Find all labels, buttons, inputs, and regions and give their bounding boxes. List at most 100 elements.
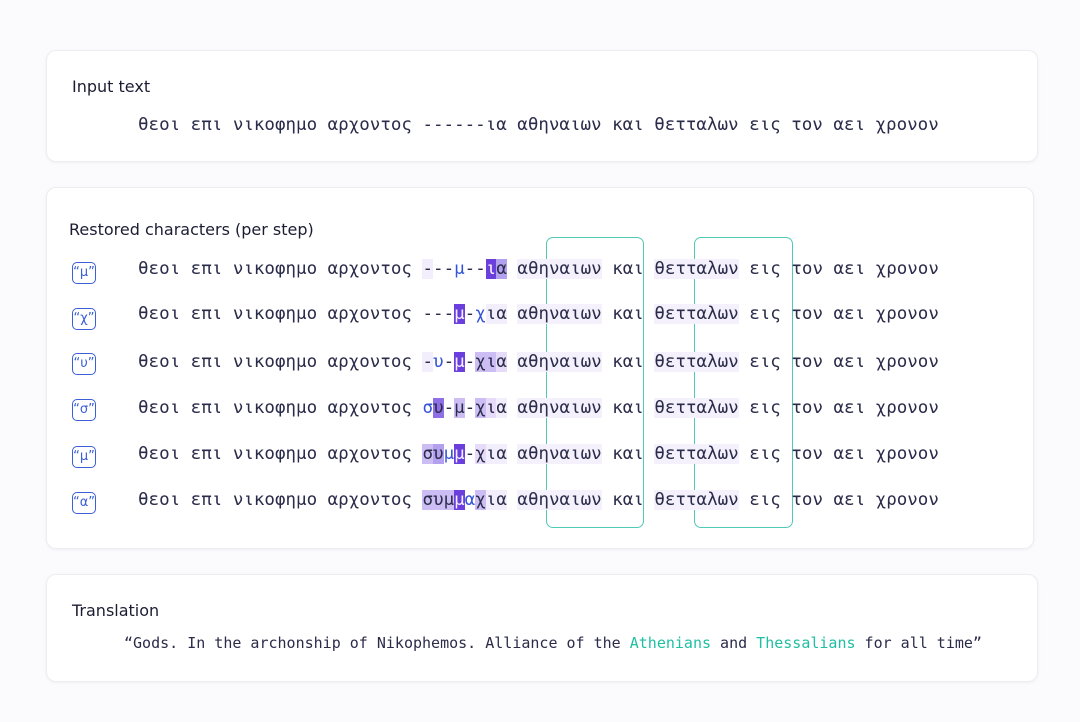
missing-segment: συ-μ-χια bbox=[422, 398, 507, 418]
word-kai: και bbox=[601, 444, 655, 464]
restored-char: υ bbox=[433, 352, 444, 372]
row-prefix: θεοι επι νικοφημο αρχοντος bbox=[138, 398, 423, 418]
restored-char: μ bbox=[454, 352, 465, 372]
restored-char: - bbox=[422, 304, 434, 324]
step-row: θεοι επι νικοφημο αρχοντος συμμ-χια αθην… bbox=[138, 444, 939, 464]
restored-char: ι bbox=[485, 352, 497, 372]
restored-char: χ bbox=[475, 398, 486, 418]
restored-char: σ bbox=[422, 444, 434, 464]
step-char-icon[interactable]: “σ” bbox=[72, 399, 96, 421]
restored-char: - bbox=[464, 352, 476, 372]
row-prefix: θεοι επι νικοφημο αρχοντος bbox=[138, 259, 423, 279]
input-text-heading: Input text bbox=[72, 77, 151, 96]
restored-char: μ bbox=[443, 444, 455, 464]
word-kai: και bbox=[601, 352, 655, 372]
restored-char: ι bbox=[485, 304, 497, 324]
restored-char: χ bbox=[475, 490, 486, 510]
restored-char: υ bbox=[433, 490, 444, 510]
row-suffix: εις τον αει χρονον bbox=[738, 304, 939, 324]
translation-athenians: Athenians bbox=[629, 634, 712, 652]
restored-char: σ bbox=[422, 398, 434, 418]
restored-char: - bbox=[422, 352, 434, 372]
restored-char: μ bbox=[454, 304, 465, 324]
step-char-icon[interactable]: “υ” bbox=[72, 353, 96, 375]
restored-char: - bbox=[443, 259, 455, 279]
restored-char: - bbox=[443, 398, 455, 418]
row-prefix: θεοι επι νικοφημο αρχοντος bbox=[138, 490, 423, 510]
restored-char: μ bbox=[454, 259, 465, 279]
restored-char: υ bbox=[433, 398, 444, 418]
restored-char: χ bbox=[475, 352, 486, 372]
word-thessalians: θετταλων bbox=[654, 398, 739, 418]
close-quote: ” bbox=[972, 634, 982, 652]
word-kai: και bbox=[601, 398, 655, 418]
step-row: θεοι επι νικοφημο αρχοντος συμμαχια αθην… bbox=[138, 490, 939, 510]
restored-char: χ bbox=[475, 444, 486, 464]
restored-char: σ bbox=[422, 490, 434, 510]
input-text-card bbox=[46, 50, 1038, 162]
word-athenians: αθηναιων bbox=[517, 444, 602, 464]
row-prefix: θεοι επι νικοφημο αρχοντος bbox=[138, 304, 423, 324]
translation-and: and bbox=[711, 634, 757, 652]
restored-char: μ bbox=[454, 444, 465, 464]
step-char-icon[interactable]: “μ” bbox=[72, 262, 96, 284]
restored-char: α bbox=[496, 304, 507, 324]
restored-char: - bbox=[464, 444, 476, 464]
restored-char: - bbox=[433, 304, 444, 324]
missing-segment: ---μ-χια bbox=[422, 304, 507, 324]
step-char-icon[interactable]: “α” bbox=[72, 492, 96, 514]
word-thessalians: θετταλων bbox=[654, 304, 739, 324]
word-kai: και bbox=[601, 259, 655, 279]
restored-char: - bbox=[422, 259, 434, 279]
word-thessalians: θετταλων bbox=[654, 490, 739, 510]
step-char-icon[interactable]: “χ” bbox=[72, 308, 96, 330]
word-athenians: αθηναιων bbox=[517, 259, 602, 279]
restored-char: - bbox=[443, 304, 455, 324]
translation-heading: Translation bbox=[72, 601, 160, 620]
word-kai: και bbox=[601, 304, 655, 324]
row-suffix: εις τον αει χρονον bbox=[738, 490, 939, 510]
restored-char: μ bbox=[454, 398, 465, 418]
athenians-highlight-box bbox=[546, 237, 644, 528]
step-char-icon[interactable]: “μ” bbox=[72, 446, 96, 468]
open-quote: “ bbox=[124, 634, 134, 652]
restored-char: ι bbox=[485, 398, 497, 418]
restored-char: α bbox=[496, 259, 507, 279]
restored-char: - bbox=[464, 259, 476, 279]
restored-char: α bbox=[496, 444, 507, 464]
restored-char: - bbox=[475, 259, 486, 279]
restored-char: - bbox=[443, 352, 455, 372]
restored-char: ι bbox=[485, 259, 497, 279]
row-suffix: εις τον αει χρονον bbox=[738, 352, 939, 372]
step-row: θεοι επι νικοφημο αρχοντος -υ-μ-χια αθην… bbox=[138, 352, 939, 372]
restored-char: α bbox=[464, 490, 476, 510]
restored-char: α bbox=[496, 352, 507, 372]
missing-segment: ---μ--ια bbox=[422, 259, 507, 279]
word-thessalians: θετταλων bbox=[654, 259, 739, 279]
restored-char: ι bbox=[485, 490, 497, 510]
step-row: θεοι επι νικοφημο αρχοντος συ-μ-χια αθην… bbox=[138, 398, 939, 418]
step-row: θεοι επι νικοφημο αρχοντος ---μ-χια αθην… bbox=[138, 304, 939, 324]
translation-part-2: for all time bbox=[855, 634, 973, 652]
row-prefix: θεοι επι νικοφημο αρχοντος bbox=[138, 352, 423, 372]
row-prefix: θεοι επι νικοφημο αρχοντος bbox=[138, 444, 423, 464]
restored-char: - bbox=[464, 398, 476, 418]
restored-char: - bbox=[433, 259, 444, 279]
word-athenians: αθηναιων bbox=[517, 352, 602, 372]
restored-char: υ bbox=[433, 444, 444, 464]
translation-card bbox=[46, 574, 1038, 682]
row-suffix: εις τον αει χρονον bbox=[738, 398, 939, 418]
word-athenians: αθηναιων bbox=[517, 490, 602, 510]
row-suffix: εις τον αει χρονον bbox=[738, 259, 939, 279]
missing-segment: -υ-μ-χια bbox=[422, 352, 507, 372]
input-text-value: θεοι επι νικοφημο αρχοντος ------ια αθην… bbox=[138, 115, 939, 135]
restored-characters-heading: Restored characters (per step) bbox=[69, 220, 314, 239]
translation-text: “Gods. In the archonship of Nikophemos. … bbox=[124, 634, 982, 652]
restored-char: - bbox=[464, 304, 476, 324]
word-athenians: αθηναιων bbox=[517, 304, 602, 324]
restored-char: μ bbox=[454, 490, 465, 510]
word-athenians: αθηναιων bbox=[517, 398, 602, 418]
restored-char: χ bbox=[475, 304, 486, 324]
row-suffix: εις τον αει χρονον bbox=[738, 444, 939, 464]
word-thessalians: θετταλων bbox=[654, 352, 739, 372]
